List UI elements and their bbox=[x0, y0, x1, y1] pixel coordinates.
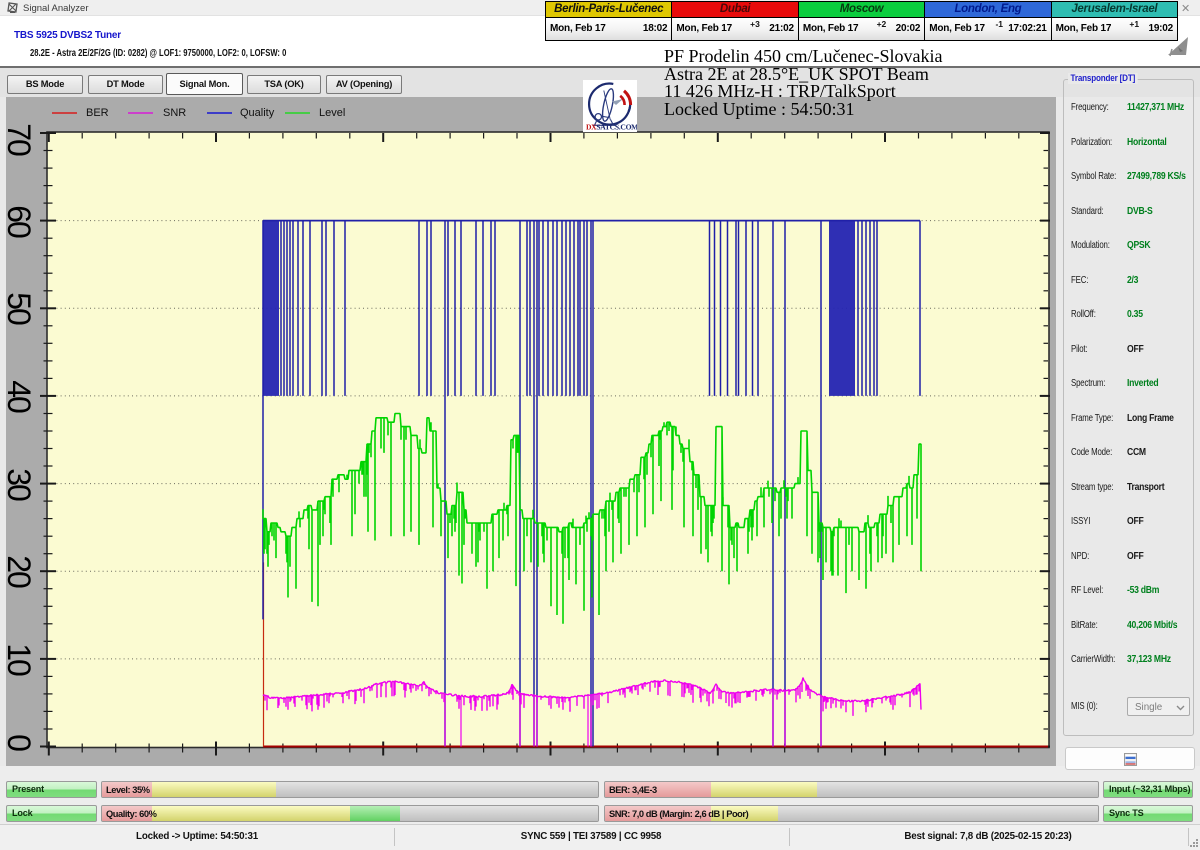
svg-text:DXSATCS.COM: DXSATCS.COM bbox=[586, 123, 637, 132]
